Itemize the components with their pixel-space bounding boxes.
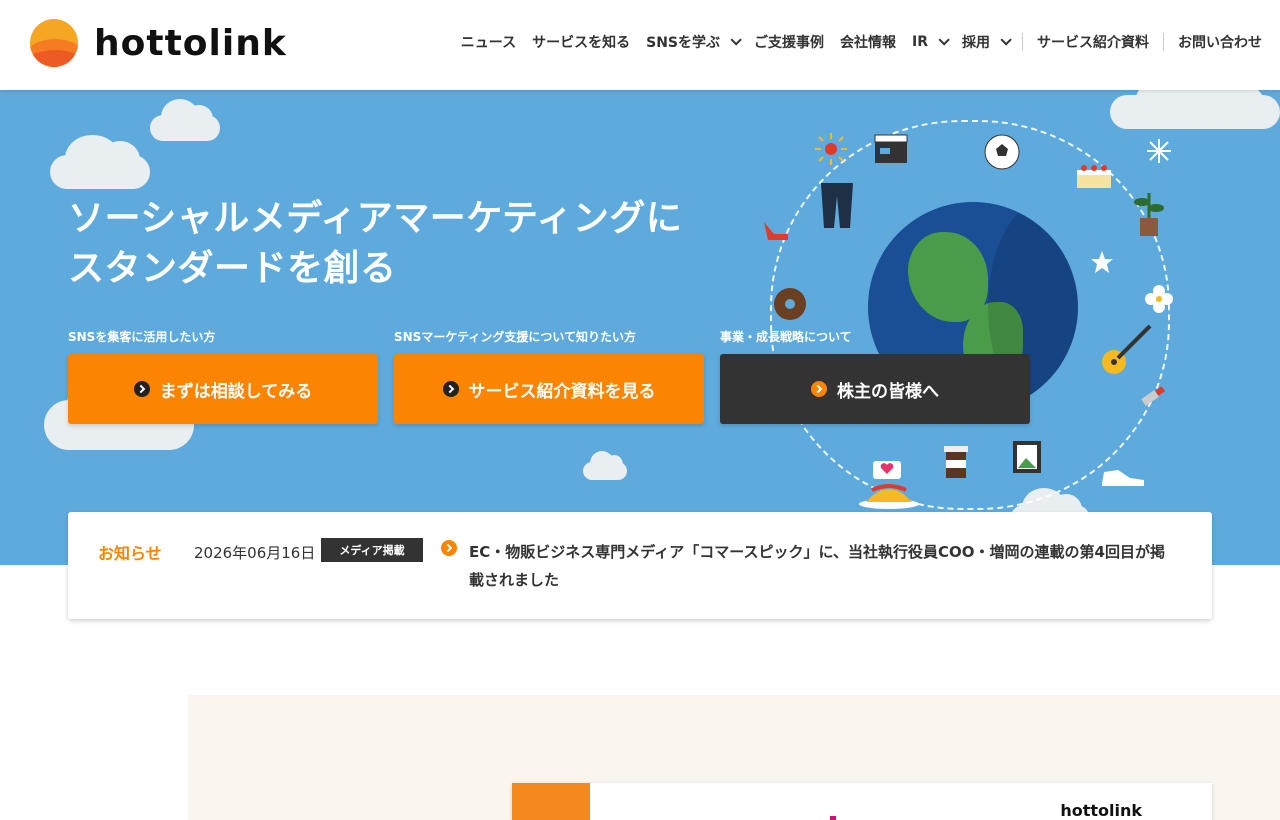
arrow-right-icon — [133, 381, 150, 397]
chevron-down-icon — [1000, 34, 1012, 46]
card-logo: hottolink — [1060, 801, 1142, 820]
view-materials-button[interactable]: サービス紹介資料を見る — [394, 354, 704, 424]
nav-label: ご支援事例 — [754, 35, 824, 51]
nav-divider — [1163, 33, 1164, 51]
logo-text: hottolink — [94, 22, 287, 64]
cloud-decoration — [150, 99, 220, 141]
consult-button[interactable]: まずは相談してみる — [68, 354, 378, 424]
cta-group-shareholders: 事業・成長戦略について 株主の皆様へ — [720, 328, 1030, 424]
news-link[interactable]: EC・物販ビジネス専門メディア「コマースピック」に、当社執行役員COO・増岡の連… — [469, 538, 1179, 594]
arrow-right-icon — [811, 381, 827, 397]
star-icon — [1091, 251, 1113, 273]
card-decoration — [830, 816, 836, 820]
nav-label: SNSを学ぶ — [646, 35, 720, 51]
nav-item-company[interactable]: 会社情報 — [832, 30, 904, 54]
cta-caption: SNSマーケティング支援について知りたい方 — [394, 330, 637, 344]
cta-caption: 事業・成長戦略について — [720, 330, 852, 344]
sneaker-icon — [1102, 470, 1144, 486]
nav-label: お問い合わせ — [1178, 35, 1262, 51]
soccer-ball-icon — [984, 134, 1020, 170]
nav-item-ir[interactable]: IR — [904, 30, 954, 54]
heart-bubble-icon — [873, 461, 901, 479]
nav-item-news[interactable]: ニュース — [453, 30, 524, 54]
news-bar: お知らせ 2026年06月16日 メディア掲載 EC・物販ビジネス専門メディア「… — [68, 512, 1212, 619]
feature-card[interactable]: hottolink — [512, 783, 1212, 820]
guitar-icon — [1102, 324, 1152, 374]
cta-label: 株主の皆様へ — [837, 381, 939, 402]
arrow-right-icon — [441, 540, 457, 556]
cta-label: サービス紹介資料を見る — [468, 381, 656, 402]
nav-item-contact[interactable]: お問い合わせ — [1170, 30, 1270, 54]
coffee-cup-icon — [944, 446, 968, 478]
hero-title-line: スタンダードを創る — [68, 248, 397, 289]
hero-title-line: ソーシャルメディアマーケティングに — [68, 198, 683, 239]
lipstick-icon — [1141, 386, 1165, 406]
hero-title: ソーシャルメディアマーケティングに スタンダードを創る — [68, 194, 682, 294]
nav-label: ニュース — [460, 35, 517, 51]
nav-item-services[interactable]: サービスを知る — [524, 30, 638, 54]
nav-item-recruit[interactable]: 採用 — [954, 30, 1016, 54]
cta-group-materials: SNSマーケティング支援について知りたい方 サービス紹介資料を見る — [394, 328, 704, 424]
nav-divider — [1022, 33, 1023, 51]
flower-icon — [1145, 285, 1173, 313]
cta-caption: SNSを集客に活用したい方 — [68, 330, 216, 344]
jeans-icon — [821, 183, 853, 228]
main-nav: ニュース サービスを知る SNSを学ぶ ご支援事例 会社情報 IR 採用 サービ… — [453, 30, 1270, 54]
omurice-icon — [859, 484, 919, 509]
hero-section: ソーシャルメディアマーケティングに スタンダードを創る SNSを集客に活用したい… — [0, 90, 1280, 565]
nav-label: サービスを知る — [532, 35, 631, 51]
cloud-decoration — [50, 134, 150, 189]
logo-mark-icon — [30, 19, 78, 67]
nav-label: サービス紹介資料 — [1037, 35, 1149, 51]
shareholders-button[interactable]: 株主の皆様へ — [720, 354, 1030, 424]
news-heading: お知らせ — [98, 544, 162, 563]
hero-illustration — [740, 110, 1200, 530]
chevron-down-icon — [938, 34, 950, 46]
cta-label: まずは相談してみる — [159, 381, 313, 402]
picture-frame-icon — [1013, 441, 1041, 473]
arrow-right-icon — [442, 381, 459, 397]
nav-label: 採用 — [962, 35, 990, 51]
nav-item-learn-sns[interactable]: SNSを学ぶ — [638, 30, 746, 54]
plant-icon — [1134, 193, 1164, 236]
clapperboard-icon — [874, 134, 908, 163]
cloud-decoration — [583, 451, 627, 480]
snowflake-icon — [1147, 139, 1171, 163]
nav-item-cases[interactable]: ご支援事例 — [746, 30, 832, 54]
news-date: 2026年06月16日 — [194, 544, 316, 562]
cake-icon — [1077, 165, 1111, 188]
nav-label: 会社情報 — [840, 35, 896, 51]
high-heel-icon — [764, 222, 788, 240]
site-logo[interactable]: hottolink — [30, 19, 287, 67]
sun-icon — [815, 133, 847, 165]
nav-label: IR — [912, 34, 928, 50]
card-accent-bar — [512, 783, 590, 820]
cta-group-consult: SNSを集客に活用したい方 まずは相談してみる — [68, 328, 378, 424]
site-header: hottolink ニュース サービスを知る SNSを学ぶ ご支援事例 会社情報… — [0, 0, 1280, 90]
donut-icon — [774, 288, 806, 320]
news-category-badge: メディア掲載 — [321, 538, 423, 562]
nav-item-materials[interactable]: サービス紹介資料 — [1029, 30, 1157, 54]
chevron-down-icon — [730, 34, 742, 46]
